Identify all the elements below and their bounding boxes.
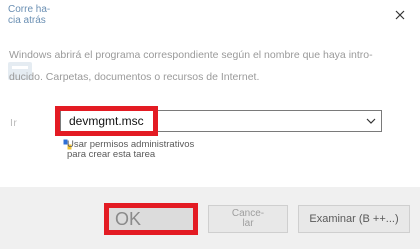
open-label: Ir [10, 117, 18, 129]
title-bar: Corre ha- cia atrás [0, 0, 420, 30]
cancel-button[interactable]: Cance- lar [208, 205, 288, 233]
admin-note: Usar permisos administrativos para crear… [67, 139, 195, 160]
window-title: Corre ha- cia atrás [8, 4, 51, 26]
run-dialog: Corre ha- cia atrás Windows abrirá el pr… [0, 0, 420, 249]
close-button[interactable] [380, 0, 420, 30]
dialog-description: Windows abrirá el programa correspondien… [9, 49, 373, 83]
chevron-down-icon[interactable] [365, 114, 377, 128]
input-highlight-box [55, 106, 158, 136]
close-icon [395, 10, 405, 20]
ok-button[interactable]: OK [104, 203, 198, 235]
browse-button[interactable]: Examinar (B ++...) [298, 205, 410, 233]
